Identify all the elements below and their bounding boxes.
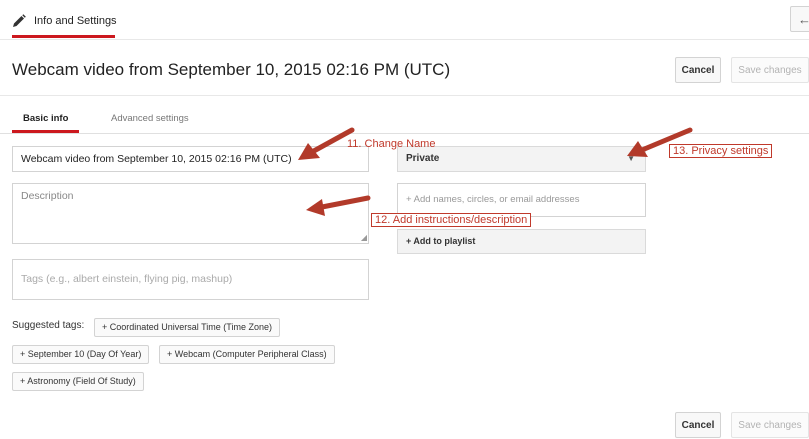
save-changes-button[interactable]: Save changes [731, 57, 809, 83]
divider [0, 133, 809, 134]
description-textarea[interactable]: Description ◢ [12, 183, 369, 244]
divider [0, 95, 809, 96]
suggested-tag-chip[interactable]: + September 10 (Day Of Year) [12, 345, 150, 364]
back-button[interactable]: ← [790, 6, 809, 32]
cancel-button[interactable]: Cancel [675, 412, 721, 438]
tab-advanced-settings[interactable]: Advanced settings [111, 113, 189, 124]
annotation-description: 12. Add instructions/description [371, 213, 532, 227]
save-changes-button[interactable]: Save changes [731, 412, 809, 438]
suggested-tag-chip[interactable]: + Coordinated Universal Time (Time Zone) [94, 318, 280, 337]
tab-info-and-settings[interactable]: Info and Settings [12, 6, 117, 36]
suggested-tag-chip[interactable]: + Astronomy (Field Of Study) [12, 372, 144, 391]
resize-handle-icon[interactable]: ◢ [361, 233, 367, 242]
active-tab-indicator [12, 35, 115, 38]
tab-label: Info and Settings [34, 15, 117, 27]
pencil-icon [13, 14, 26, 27]
page-title: Webcam video from September 10, 2015 02:… [12, 60, 451, 79]
title-input[interactable]: Webcam video from September 10, 2015 02:… [12, 146, 369, 172]
tags-input[interactable]: Tags (e.g., albert einstein, flying pig,… [12, 259, 369, 300]
chevron-down-icon: ▼ [627, 154, 635, 163]
divider [0, 39, 809, 40]
cancel-button[interactable]: Cancel [675, 57, 721, 83]
privacy-value: Private [406, 153, 440, 164]
suggested-tag-chip[interactable]: + Webcam (Computer Peripheral Class) [159, 345, 335, 364]
suggested-tags-label: Suggested tags: [12, 320, 85, 331]
add-to-playlist-button[interactable]: + Add to playlist [397, 229, 646, 254]
description-placeholder: Description [21, 190, 74, 202]
annotation-privacy: 13. Privacy settings [669, 144, 773, 158]
tab-basic-info[interactable]: Basic info [23, 113, 68, 124]
arrow-left-icon: ← [798, 11, 809, 27]
annotation-change-name: 11. Change Name [347, 138, 436, 150]
share-input[interactable]: + Add names, circles, or email addresses [397, 183, 646, 217]
